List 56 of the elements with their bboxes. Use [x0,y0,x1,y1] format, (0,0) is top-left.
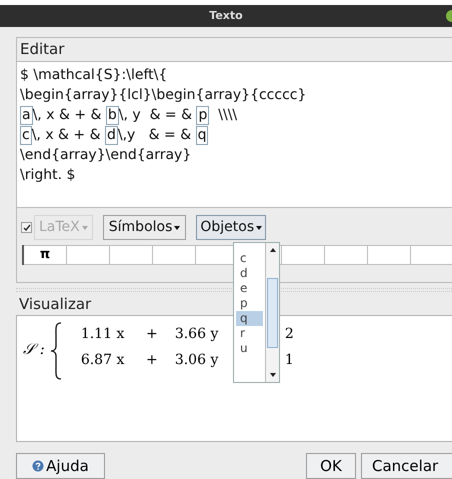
symbol-cell[interactable] [67,245,110,265]
object-token[interactable]: a [20,106,33,124]
latex-text: \, y & = & [118,106,194,125]
caret-icon [174,226,180,230]
caret-icon [82,226,88,230]
help-button[interactable]: Ajuda [16,453,105,479]
ok-button[interactable]: OK [306,453,356,479]
latex-text: \,y & = & [118,126,192,145]
symbol-cell[interactable] [282,245,325,265]
math-term: 6.87 x [80,351,126,370]
list-item[interactable]: e [236,281,263,296]
symbol-cell[interactable]: π [24,245,67,265]
math-term: 3.66 y [174,325,220,344]
scroll-thumb[interactable] [267,278,278,348]
symbol-cell[interactable] [110,245,153,265]
latex-text: $ \mathcal{S}:\left\{ [20,66,168,85]
symbol-cell[interactable] [325,245,368,265]
list-item[interactable]: u [236,341,263,356]
panel-title: Visualizar [18,294,92,315]
symbol-cell[interactable] [411,245,452,265]
latex-text: \\\\ [217,106,238,125]
math-term: 2 [284,325,294,344]
latex-text: \, x & + & [32,126,102,145]
latex-text: \end{array}\end{array} [20,146,192,165]
object-token[interactable]: d [104,126,118,144]
math-term: 3.06 y [174,351,220,370]
list-item[interactable]: r [236,326,263,341]
object-token[interactable]: q [196,126,208,144]
math-term: 1 [284,351,294,370]
list-item[interactable]: d [236,266,263,281]
latex-text: \begin{array}{lcl}\begin{array}{ccccc} [20,86,306,105]
panel-title: Editar [19,39,66,60]
brace-icon [48,322,63,380]
math-operator: + [144,325,159,344]
help-icon [32,460,44,472]
caret-icon [256,226,262,230]
object-token[interactable]: b [106,106,119,124]
math-label: 𝒮 : [23,338,45,360]
latex-text: \right. $ [20,166,76,185]
scrollbar[interactable] [265,243,279,382]
math-term: 1.11 x [80,325,126,344]
list-item[interactable]: q [236,311,263,326]
objects-button[interactable]: Objetos [196,215,266,240]
math-operator: + [144,351,159,370]
checkmark-icon [22,224,30,232]
object-token[interactable]: c [20,126,32,144]
latex-editor[interactable]: $ \mathcal{S}:\left\{ \begin{array}{lcl}\begin{array}{ccccc} a\, x & + & b\, y & = & p \\\\ c\, x & + & d\,y & = & q \end{array}\end{array} \right. $ [17,61,452,208]
list-item[interactable]: p [236,296,263,311]
window-title: Texto [209,8,243,24]
symbol-cell[interactable] [153,245,196,265]
symbols-button[interactable]: Símbolos [102,215,186,240]
cancel-button[interactable]: Cancelar [361,453,452,479]
list-item[interactable]: c [236,251,263,266]
object-token[interactable]: p [196,106,210,124]
latex-text: \, x & + & [32,106,102,125]
symbol-cell[interactable] [368,245,411,265]
